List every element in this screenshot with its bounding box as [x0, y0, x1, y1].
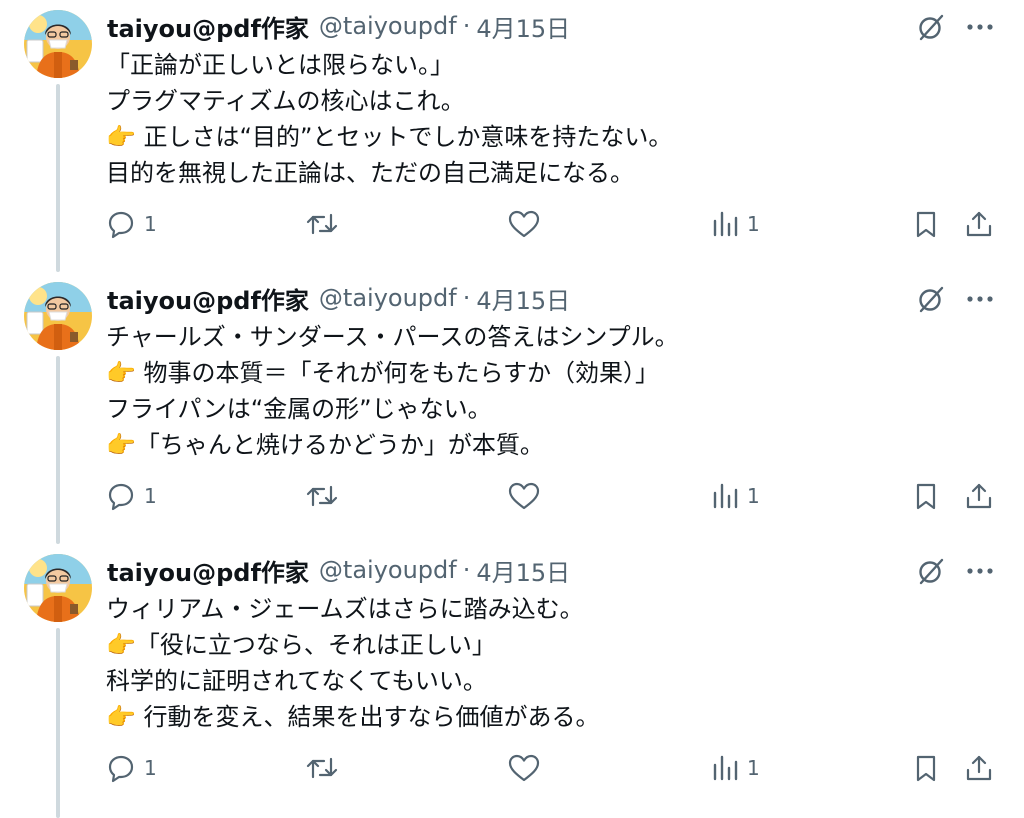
- grok-slash-circle-icon[interactable]: [913, 11, 949, 43]
- heart-icon: [508, 754, 540, 782]
- reply-button[interactable]: 1: [106, 476, 157, 516]
- avatar[interactable]: [24, 282, 92, 350]
- reply-count: 1: [144, 212, 157, 236]
- like-button[interactable]: [507, 748, 541, 788]
- reply-button[interactable]: 1: [106, 748, 157, 788]
- tweet-actions: 1 1: [0, 476, 1024, 516]
- avatar[interactable]: [24, 10, 92, 78]
- tweet-date[interactable]: 4月15日: [476, 9, 570, 44]
- view-count: 1: [747, 484, 760, 508]
- reply-bubble-icon: [108, 483, 134, 511]
- tweet-text-line: 👉 物事の本質＝「それが何をもたらすか（効果）」: [106, 359, 660, 387]
- tweet-text-line: 「正論が正しいとは限らない。」: [106, 51, 454, 79]
- tweet-date[interactable]: 4月15日: [476, 281, 570, 316]
- tweet-text-line: 👉「役に立つなら、それは正しい」: [106, 631, 496, 659]
- more-dots-icon[interactable]: [960, 11, 1000, 43]
- more-dots-icon[interactable]: [960, 555, 1000, 587]
- share-upload-icon: [966, 211, 992, 237]
- user-handle[interactable]: @taiyoupdf: [319, 12, 457, 40]
- views-bar-chart-icon: [713, 483, 738, 509]
- tweet-text: 「正論が正しいとは限らない。」 プラグマティズムの核心はこれ。 👉 正しさは“目…: [106, 47, 926, 191]
- repost-arrows-icon: [306, 213, 338, 235]
- tweet[interactable]: taiyou@pdf作家 @taiyoupdf · 4月15日 チャールズ・サン…: [0, 272, 1024, 544]
- display-name[interactable]: taiyou@pdf作家: [107, 281, 309, 316]
- bookmark-icon: [916, 755, 936, 782]
- views-bar-chart-icon: [713, 211, 738, 237]
- share-upload-icon: [966, 483, 992, 509]
- user-handle[interactable]: @taiyoupdf: [319, 556, 457, 584]
- separator-dot: ·: [462, 284, 471, 312]
- tweet-header: taiyou@pdf作家 @taiyoupdf · 4月15日: [107, 280, 570, 316]
- views-bar-chart-icon: [713, 755, 738, 781]
- share-button[interactable]: [963, 748, 995, 788]
- bookmark-button[interactable]: [911, 748, 941, 788]
- bookmark-button[interactable]: [911, 476, 941, 516]
- tweet-text-line: 目的を無視した正論は、ただの自己満足になる。: [106, 159, 634, 187]
- tweet-text-line: ウィリアム・ジェームズはさらに踏み込む。: [106, 595, 584, 623]
- share-upload-icon: [966, 755, 992, 781]
- views-button[interactable]: 1: [711, 204, 760, 244]
- views-button[interactable]: 1: [711, 748, 760, 788]
- tweet-text-line: チャールズ・サンダース・パースの答えはシンプル。: [106, 323, 679, 351]
- share-button[interactable]: [963, 476, 995, 516]
- tweet[interactable]: taiyou@pdf作家 @taiyoupdf · 4月15日 「正論が正しいと…: [0, 0, 1024, 272]
- display-name[interactable]: taiyou@pdf作家: [107, 9, 309, 44]
- thread-connector-line: [56, 628, 60, 818]
- tweet[interactable]: taiyou@pdf作家 @taiyoupdf · 4月15日 ウィリアム・ジェ…: [0, 544, 1024, 818]
- user-handle[interactable]: @taiyoupdf: [319, 284, 457, 312]
- tweet-text-line: 👉 行動を変え、結果を出すなら価値がある。: [106, 703, 600, 731]
- bookmark-icon: [916, 211, 936, 238]
- tweet-header: taiyou@pdf作家 @taiyoupdf · 4月15日: [107, 552, 570, 588]
- tweet-header: taiyou@pdf作家 @taiyoupdf · 4月15日: [107, 8, 570, 44]
- separator-dot: ·: [462, 12, 471, 40]
- separator-dot: ·: [462, 556, 471, 584]
- reply-bubble-icon: [108, 755, 134, 783]
- bookmark-icon: [916, 483, 936, 510]
- repost-button[interactable]: [304, 204, 340, 244]
- tweet-text-line: 科学的に証明されてなくてもいい。: [106, 667, 487, 695]
- heart-icon: [508, 210, 540, 238]
- views-button[interactable]: 1: [711, 476, 760, 516]
- grok-slash-circle-icon[interactable]: [913, 555, 949, 587]
- tweet-text: チャールズ・サンダース・パースの答えはシンプル。 👉 物事の本質＝「それが何をも…: [106, 319, 926, 463]
- bookmark-button[interactable]: [911, 204, 941, 244]
- reply-count: 1: [144, 484, 157, 508]
- repost-button[interactable]: [304, 748, 340, 788]
- tweet-text: ウィリアム・ジェームズはさらに踏み込む。 👉「役に立つなら、それは正しい」 科学…: [106, 591, 926, 735]
- share-button[interactable]: [963, 204, 995, 244]
- tweet-text-line: 👉「ちゃんと焼けるかどうか」が本質。: [106, 431, 544, 459]
- more-dots-icon[interactable]: [960, 283, 1000, 315]
- repost-arrows-icon: [306, 485, 338, 507]
- display-name[interactable]: taiyou@pdf作家: [107, 553, 309, 588]
- view-count: 1: [747, 756, 760, 780]
- view-count: 1: [747, 212, 760, 236]
- tweet-actions: 1 1: [0, 748, 1024, 788]
- grok-slash-circle-icon[interactable]: [913, 283, 949, 315]
- tweet-actions: 1 1: [0, 204, 1024, 244]
- avatar[interactable]: [24, 554, 92, 622]
- heart-icon: [508, 482, 540, 510]
- reply-button[interactable]: 1: [106, 204, 157, 244]
- timeline: taiyou@pdf作家 @taiyoupdf · 4月15日 「正論が正しいと…: [0, 0, 1024, 818]
- repost-button[interactable]: [304, 476, 340, 516]
- tweet-text-line: フライパンは“金属の形”じゃない。: [106, 395, 492, 423]
- reply-count: 1: [144, 756, 157, 780]
- repost-arrows-icon: [306, 757, 338, 779]
- tweet-text-line: プラグマティズムの核心はこれ。: [106, 87, 465, 115]
- tweet-date[interactable]: 4月15日: [476, 553, 570, 588]
- like-button[interactable]: [507, 476, 541, 516]
- reply-bubble-icon: [108, 211, 134, 239]
- tweet-text-line: 👉 正しさは“目的”とセットでしか意味を持たない。: [106, 123, 673, 151]
- like-button[interactable]: [507, 204, 541, 244]
